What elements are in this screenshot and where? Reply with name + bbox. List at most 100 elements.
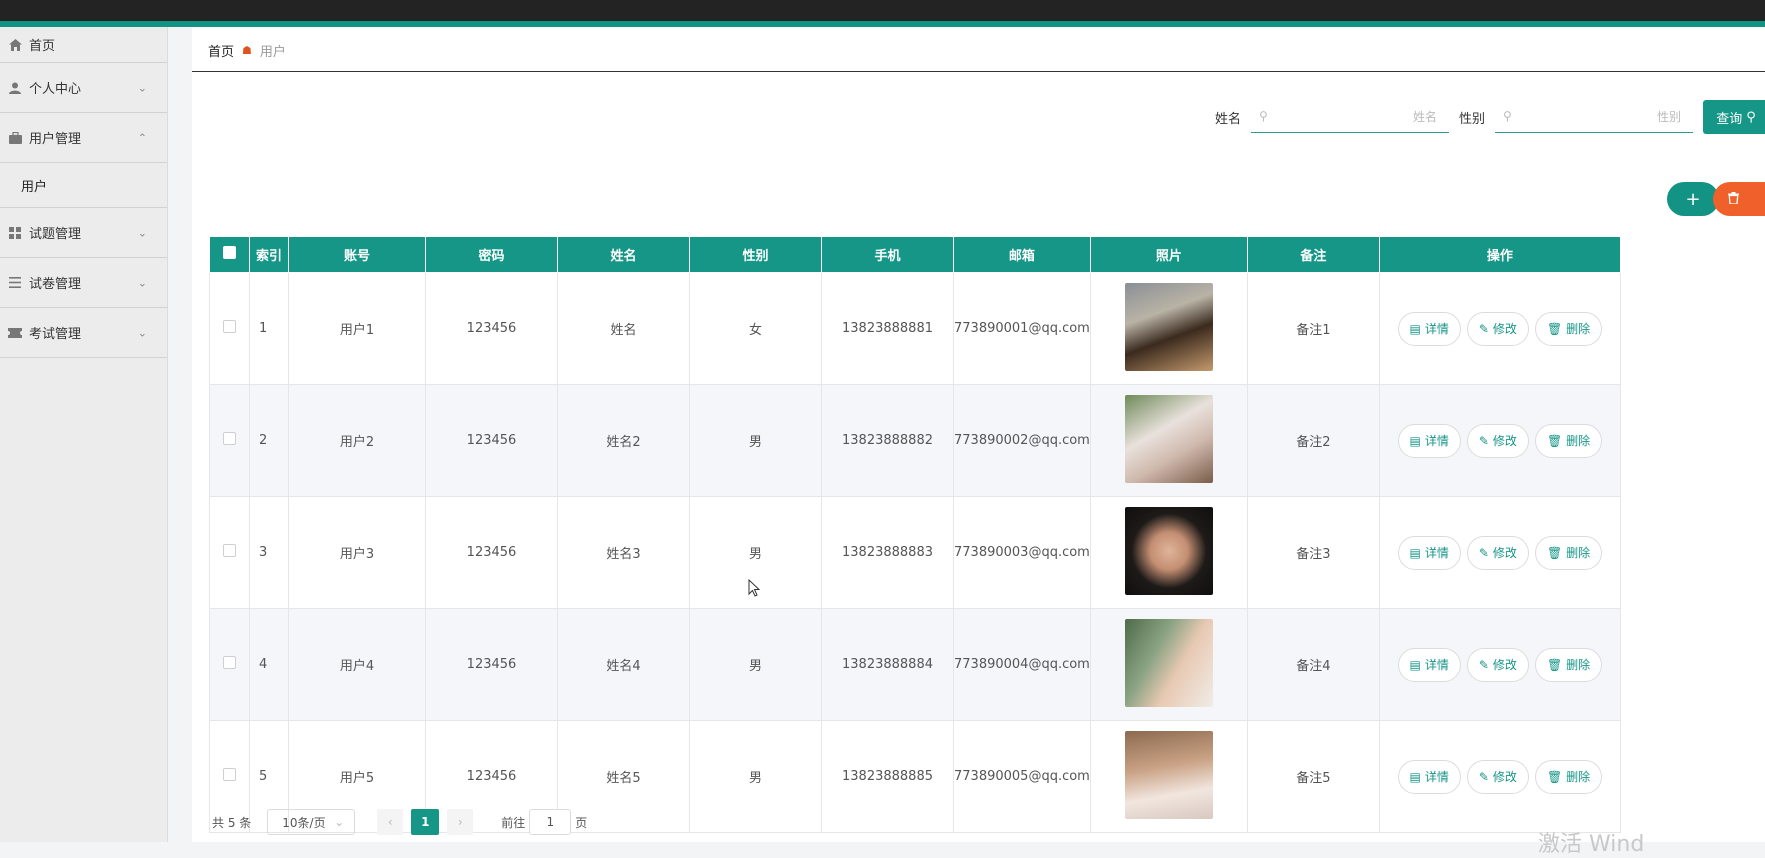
name-filter-input[interactable] xyxy=(1250,101,1449,132)
activate-windows-watermark: 激活 Wind xyxy=(1538,832,1645,857)
sidebar-item-exam-mgmt[interactable]: 考试管理 ⌄ xyxy=(0,308,167,358)
row-checkbox[interactable] xyxy=(223,768,236,781)
edit-button[interactable]: ✎ 修改 xyxy=(1466,311,1529,346)
delete-button[interactable]: 🗑 删除 xyxy=(1534,647,1603,682)
user-photo[interactable] xyxy=(1124,618,1213,707)
column-header: 手机 xyxy=(821,236,954,273)
edit-button[interactable]: ✎ 修改 xyxy=(1466,759,1529,794)
breadcrumb-home[interactable]: 首页 xyxy=(208,41,234,60)
prev-page-button[interactable]: ‹ xyxy=(377,809,404,835)
user-photo[interactable] xyxy=(1124,730,1213,819)
document-icon: ▤ xyxy=(1409,321,1421,336)
delete-button[interactable]: 🗑 删除 xyxy=(1534,759,1603,794)
detail-button[interactable]: ▤ 详情 xyxy=(1397,647,1461,682)
detail-button[interactable]: ▤ 详情 xyxy=(1397,423,1461,458)
gender-filter-input[interactable] xyxy=(1495,101,1693,132)
sidebar-item-label: 试题管理 xyxy=(29,227,82,242)
column-header: 邮箱 xyxy=(953,236,1091,273)
search-bar: 姓名 ⚲ 性别 ⚲ 查询 ⚲ xyxy=(1215,100,1765,134)
goto-prefix: 前往 xyxy=(501,815,526,830)
query-button[interactable]: 查询 ⚲ xyxy=(1703,100,1765,134)
chevron-down-icon: ⌄ xyxy=(137,326,147,339)
cell-actions: ▤ 详情 ✎ 修改 🗑 删除 xyxy=(1378,720,1621,833)
user-photo[interactable] xyxy=(1124,282,1213,371)
cell-remark: 备注3 xyxy=(1246,496,1380,609)
cell-phone: 13823888884 xyxy=(821,608,954,721)
trash-icon: 🗑 xyxy=(1546,321,1563,336)
cell-remark: 备注4 xyxy=(1246,608,1380,721)
sidebar-item-home[interactable]: 首页 xyxy=(0,27,167,63)
cell-name: 姓名2 xyxy=(557,384,690,497)
column-header: 备注 xyxy=(1246,236,1380,273)
cell-photo xyxy=(1089,496,1248,609)
select-all-checkbox[interactable] xyxy=(223,246,236,259)
cell-index: 2 xyxy=(249,384,289,497)
sidebar-item-question-mgmt[interactable]: 试题管理 ⌄ xyxy=(0,208,167,258)
cell-gender: 女 xyxy=(689,272,822,385)
trash-icon: 🗑 xyxy=(1546,657,1563,672)
delete-label: 删除 xyxy=(1566,658,1591,672)
trash-icon xyxy=(1727,191,1739,207)
row-checkbox[interactable] xyxy=(223,432,236,445)
delete-button[interactable]: 🗑 删除 xyxy=(1534,311,1603,346)
sidebar-item-label: 考试管理 xyxy=(29,327,82,342)
goto-suffix: 页 xyxy=(575,815,588,830)
sidebar-subitem-user[interactable]: 用户 xyxy=(0,163,167,208)
cell-account: 用户2 xyxy=(288,384,426,497)
page-number-current[interactable]: 1 xyxy=(411,809,440,835)
delete-button[interactable]: 🗑 删除 xyxy=(1534,535,1603,570)
add-button[interactable]: + xyxy=(1667,182,1719,216)
column-header: 操作 xyxy=(1378,236,1621,273)
detail-button[interactable]: ▤ 详情 xyxy=(1397,535,1461,570)
main-panel: 首页 ☗ 用户 姓名 ⚲ 性别 ⚲ 查询 ⚲ + xyxy=(192,27,1765,842)
row-select-cell xyxy=(209,272,250,385)
search-icon: ⚲ xyxy=(1746,109,1756,125)
user-photo[interactable] xyxy=(1124,506,1213,595)
cell-password: 123456 xyxy=(425,608,558,721)
delete-label: 删除 xyxy=(1566,546,1591,560)
edit-button[interactable]: ✎ 修改 xyxy=(1466,647,1529,682)
detail-label: 详情 xyxy=(1424,322,1449,336)
detail-button[interactable]: ▤ 详情 xyxy=(1397,759,1461,794)
cell-email: 773890001@qq.com xyxy=(953,272,1091,385)
page-size-select[interactable]: 10条/页 ⌄ xyxy=(267,809,356,835)
chevron-down-icon: ⌄ xyxy=(137,276,147,289)
cell-email: 773890002@qq.com xyxy=(953,384,1091,497)
breadcrumb: 首页 ☗ 用户 xyxy=(208,41,286,60)
table-row: 1 用户1 123456 姓名 女 13823888881 773890001@… xyxy=(209,272,1621,385)
cell-phone: 13823888883 xyxy=(821,496,954,609)
column-header: 密码 xyxy=(425,236,558,273)
sidebar-item-personal[interactable]: 个人中心 ⌄ xyxy=(0,63,167,113)
cell-index: 3 xyxy=(249,496,289,609)
gender-filter-field: ⚲ xyxy=(1495,101,1693,133)
select-all-cell xyxy=(209,236,250,273)
chevron-up-icon: ⌃ xyxy=(137,131,147,144)
mouse-cursor-icon xyxy=(748,579,760,597)
gender-filter-label: 性别 xyxy=(1458,111,1485,127)
batch-delete-button[interactable] xyxy=(1713,182,1765,216)
delete-button[interactable]: 🗑 删除 xyxy=(1534,423,1603,458)
sidebar-item-paper-mgmt[interactable]: 试卷管理 ⌄ xyxy=(0,258,167,308)
cell-email: 773890005@qq.com xyxy=(953,720,1091,833)
page-size-value: 10条/页 xyxy=(282,815,326,830)
next-page-button[interactable]: › xyxy=(447,809,474,835)
row-checkbox[interactable] xyxy=(223,656,236,669)
edit-icon: ✎ xyxy=(1478,321,1489,336)
row-select-cell xyxy=(209,496,250,609)
row-checkbox[interactable] xyxy=(223,320,236,333)
edit-button[interactable]: ✎ 修改 xyxy=(1466,423,1529,458)
edit-icon: ✎ xyxy=(1478,769,1489,784)
row-checkbox[interactable] xyxy=(223,544,236,557)
edit-label: 修改 xyxy=(1492,322,1517,336)
sidebar-item-user-mgmt[interactable]: 用户管理 ⌃ xyxy=(0,113,167,163)
edit-label: 修改 xyxy=(1492,546,1517,560)
goto-page-input[interactable] xyxy=(529,809,572,835)
detail-button[interactable]: ▤ 详情 xyxy=(1397,311,1461,346)
edit-icon: ✎ xyxy=(1478,433,1489,448)
detail-label: 详情 xyxy=(1424,658,1449,672)
cell-password: 123456 xyxy=(425,384,558,497)
user-photo[interactable] xyxy=(1124,394,1213,483)
edit-button[interactable]: ✎ 修改 xyxy=(1466,535,1529,570)
cell-photo xyxy=(1089,720,1248,833)
column-header: 姓名 xyxy=(557,236,690,273)
